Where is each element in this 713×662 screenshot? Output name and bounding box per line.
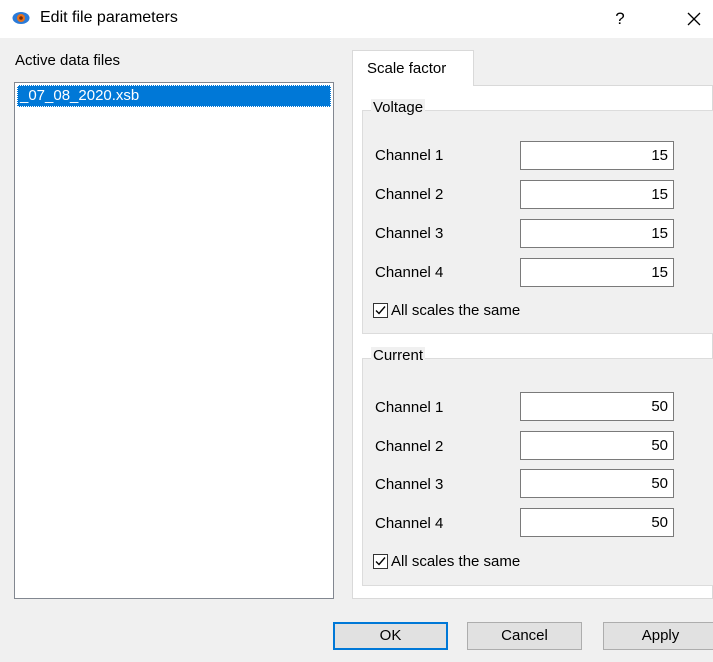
current-channel-3-input[interactable] [520,469,674,498]
checkbox-box[interactable] [373,303,388,318]
current-same-scale-checkbox[interactable]: All scales the same [373,553,520,570]
current-channel-2-input[interactable] [520,431,674,460]
voltage-same-scale-checkbox[interactable]: All scales the same [373,302,520,319]
voltage-same-scale-label: All scales the same [391,302,521,319]
close-button[interactable] [680,6,708,32]
cancel-button[interactable]: Cancel [467,622,582,650]
tab-label: Scale factor [367,60,447,77]
voltage-channel-2-input[interactable] [520,180,674,209]
checkmark-icon [375,557,386,566]
current-group: Current Channel 1 Channel 2 Channel 3 Ch… [362,347,713,586]
list-item-file[interactable]: _07_08_2020.xsb [17,85,331,107]
checkmark-icon [375,306,386,315]
eye-icon [12,10,30,26]
window-title: Edit file parameters [40,9,178,26]
ok-button[interactable]: OK [333,622,448,650]
voltage-channel-4-input[interactable] [520,258,674,287]
current-channel-4-input[interactable] [520,508,674,537]
voltage-group: Voltage Channel 1 Channel 2 Channel 3 Ch… [362,99,713,334]
current-channel-2-label: Channel 2 [375,438,444,455]
current-channel-3-label: Channel 3 [375,476,444,493]
help-button[interactable]: ? [606,6,634,32]
voltage-channel-2-label: Channel 2 [375,186,444,203]
voltage-channel-3-label: Channel 3 [375,225,444,242]
file-list[interactable]: _07_08_2020.xsb [14,82,334,599]
voltage-channel-4-label: Channel 4 [375,264,444,281]
voltage-channel-3-input[interactable] [520,219,674,248]
checkbox-box[interactable] [373,554,388,569]
current-channel-4-label: Channel 4 [375,515,444,532]
voltage-channel-1-label: Channel 1 [375,147,444,164]
apply-button[interactable]: Apply [603,622,713,650]
voltage-group-title: Voltage [371,99,426,116]
current-group-title: Current [371,347,426,364]
active-files-label: Active data files [15,52,121,69]
tab-scale-factor[interactable]: Scale factor [352,50,474,86]
close-icon [687,12,701,26]
current-channel-1-label: Channel 1 [375,399,444,416]
title-bar: Edit file parameters ? [0,0,713,38]
current-channel-1-input[interactable] [520,392,674,421]
voltage-channel-1-input[interactable] [520,141,674,170]
current-same-scale-label: All scales the same [391,553,521,570]
